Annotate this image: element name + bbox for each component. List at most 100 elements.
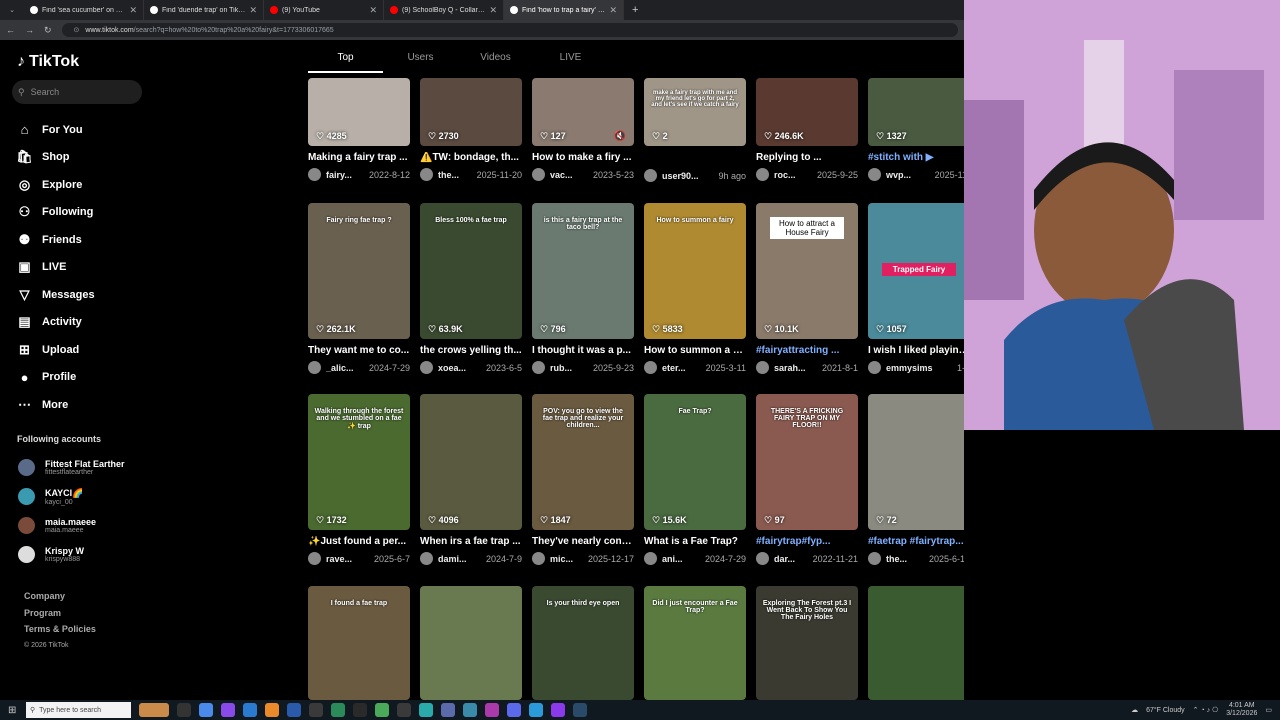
taskbar-search[interactable]: ⚲ Type here to search [26,702,131,718]
taskbar-app-icon[interactable] [309,703,323,717]
taskbar-app-icon[interactable] [419,703,433,717]
taskbar-app-icon[interactable] [287,703,301,717]
taskbar-app-icon[interactable] [573,703,587,717]
video-author[interactable]: dami... [438,554,481,564]
video-thumbnail[interactable]: is this a fairy trap at the taco bell? ♡ … [532,203,634,339]
avatar[interactable] [868,361,881,374]
close-icon[interactable]: ✕ [609,5,617,16]
video-card[interactable]: ♡ 2730 ⚠️TW: bondage, th... the... 2025-11-… [420,78,522,181]
following-account[interactable]: KAYCI🌈 kayci_00 [18,482,125,511]
tab-live[interactable]: LIVE [533,52,608,73]
video-title[interactable]: They want me to co... [308,345,410,356]
video-card[interactable]: How to attract a House Fairy ♡ 10.1K #fair… [756,203,858,374]
tab-users[interactable]: Users [383,52,458,73]
video-title[interactable]: What is a Fae Trap? [644,536,746,547]
avatar[interactable] [868,552,881,565]
video-card[interactable]: THERE'S A FRICKING FAIRY TRAP ON MY FLOO… [756,394,858,565]
avatar[interactable] [420,552,433,565]
footer-link-company[interactable]: Company [24,588,96,605]
sidebar-item-live[interactable]: ▣ LIVE [16,254,95,282]
footer-link-program[interactable]: Program [24,605,96,622]
video-author[interactable]: ani... [662,554,700,564]
address-bar[interactable]: ⊙ www.tiktok.com/search?q=how%20to%20trap… [61,23,958,37]
video-title[interactable]: the crows yelling th... [420,345,522,356]
browser-tab[interactable]: Find 'duende trap' on TikTok | Tik✕ [144,0,264,20]
video-title[interactable]: They've nearly conv... [532,536,634,547]
video-author[interactable]: the... [438,170,472,180]
avatar[interactable] [308,361,321,374]
sidebar-item-messages[interactable]: ▽ Messages [16,281,95,309]
video-card[interactable]: ♡ 127 🔇 How to make a firy ... vac... 2023-5… [532,78,634,181]
video-thumbnail[interactable]: How to summon a fairy ♡ 5833 [644,203,746,339]
sidebar-item-shop[interactable]: 🛍 Shop [16,144,95,172]
sidebar-item-friends[interactable]: ⚉ Friends [16,226,95,254]
back-icon[interactable]: ← [6,25,15,35]
video-thumbnail[interactable]: ♡ 4285 [308,78,410,146]
video-card[interactable]: ♡ 72 #faetrap #fairytrap... the... 2025-6-1… [868,394,964,565]
taskbar-app-icon[interactable] [397,703,411,717]
taskbar-app-icon[interactable] [221,703,235,717]
video-card[interactable]: POV: you go to view the fae trap and rea… [532,394,634,565]
video-author[interactable]: vac... [550,170,588,180]
tiktok-logo[interactable]: ♪ TikTok [17,53,79,71]
video-thumbnail[interactable] [420,586,522,700]
video-author[interactable]: emmysims [886,363,952,373]
close-icon[interactable]: ✕ [129,5,137,16]
video-author[interactable]: the... [886,554,924,564]
avatar[interactable] [532,552,545,565]
reload-icon[interactable]: ↻ [44,25,52,36]
avatar[interactable] [420,361,433,374]
video-card[interactable]: ♡ 4285 Making a fairy trap ... fairy... 202… [308,78,410,181]
video-title[interactable]: Making a fairy trap ... [308,152,410,163]
video-card[interactable]: Is your third eye open [532,586,634,700]
avatar[interactable] [308,168,321,181]
video-card[interactable]: I found a fae trap [308,586,410,700]
avatar[interactable] [308,552,321,565]
sidebar-item-for-you[interactable]: ⌂ For You [16,116,95,144]
video-author[interactable]: mic... [550,554,583,564]
video-thumbnail[interactable]: Fairy ring fae trap ? ♡ 262.1K [308,203,410,339]
video-thumbnail[interactable]: Walking through the forest and we stumbl… [308,394,410,530]
avatar[interactable] [644,552,657,565]
taskbar-app-icon[interactable] [331,703,345,717]
video-author[interactable]: fairy... [326,170,364,180]
avatar[interactable] [532,361,545,374]
taskbar-app-icon[interactable] [353,703,367,717]
browser-tab[interactable]: (9) SchoolBoy Q - Collard Greens ✕ [384,0,504,20]
tray-icons[interactable]: ⌃ ◔ ♪ ⎔ [1193,706,1219,714]
weather-text[interactable]: 67°F Cloudy [1146,707,1185,714]
video-author[interactable]: dar... [774,554,808,564]
following-account[interactable]: Fittest Flat Earther fittestflatearther [18,453,125,482]
tab-top[interactable]: Top [308,52,383,73]
taskbar-app-icon[interactable] [441,703,455,717]
sidebar-item-more[interactable]: ⋯ More [16,391,95,419]
video-author[interactable]: wvp... [886,170,930,180]
sidebar-item-activity[interactable]: ▤ Activity [16,309,95,337]
video-thumbnail[interactable]: POV: you go to view the fae trap and rea… [532,394,634,530]
video-thumbnail[interactable]: I found a fae trap [308,586,410,700]
video-thumbnail[interactable]: Bless 100% a fae trap ♡ 63.9K [420,203,522,339]
search-input[interactable]: ⚲ Search [12,80,142,104]
taskbar-app-icon[interactable] [507,703,521,717]
video-author[interactable]: rub... [550,363,588,373]
video-card[interactable] [420,586,522,700]
taskbar-app-icon[interactable] [375,703,389,717]
sidebar-item-profile[interactable]: ● Profile [16,364,95,392]
taskbar-app-icon[interactable] [551,703,565,717]
forward-icon[interactable]: → [25,25,34,35]
avatar[interactable] [644,169,657,182]
video-thumbnail[interactable]: THERE'S A FRICKING FAIRY TRAP ON MY FLOO… [756,394,858,530]
video-author[interactable]: xoea... [438,363,481,373]
browser-tab-active[interactable]: Find 'how to trap a fairy' on TikTo✕ [504,0,624,20]
video-card[interactable]: Bless 100% a fae trap ♡ 63.9K the crows ye… [420,203,522,374]
video-author[interactable]: sarah... [774,363,817,373]
taskbar-app-icon[interactable] [485,703,499,717]
video-card[interactable]: Fairy ring fae trap ? ♡ 262.1K They want m… [308,203,410,374]
taskbar-app-icon[interactable] [265,703,279,717]
avatar[interactable] [868,168,881,181]
video-title[interactable]: #stitch with ▶ [868,152,964,163]
close-icon[interactable]: ✕ [489,5,497,16]
video-title[interactable]: How to summon a F... [644,345,746,356]
close-icon[interactable]: ✕ [369,5,377,16]
video-card[interactable]: Fae Trap? ♡ 15.6K What is a Fae Trap? ani..… [644,394,746,565]
